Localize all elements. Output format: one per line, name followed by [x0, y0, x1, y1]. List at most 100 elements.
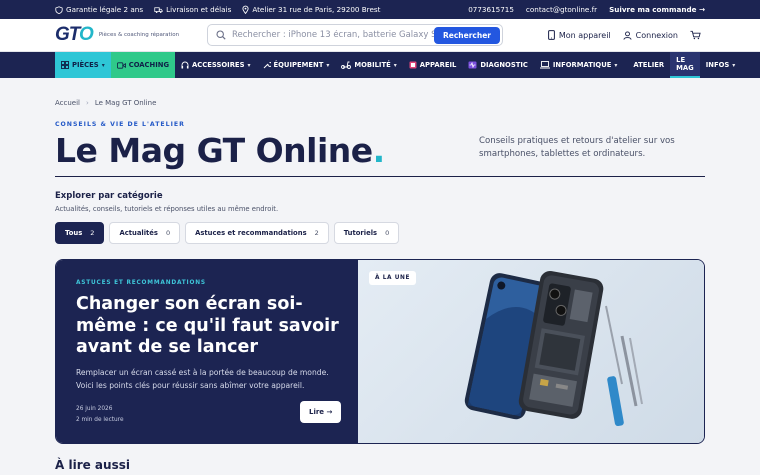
warranty-text: Garantie légale 2 ans: [66, 5, 144, 14]
nav-lemag-label: LE MAG: [676, 56, 694, 72]
grid-icon: [61, 61, 69, 69]
breadcrumb-current: Le Mag GT Online: [94, 99, 157, 107]
my-device-link[interactable]: Mon appareil: [547, 30, 611, 40]
my-device-label: Mon appareil: [558, 30, 611, 40]
nav-diagnostic-label: DIAGNOSTIC: [480, 61, 528, 69]
section-heading-read-more: À lire aussi: [55, 458, 130, 473]
cart-button[interactable]: [690, 30, 705, 40]
nav-appareil[interactable]: APPAREIL: [403, 52, 463, 78]
chip-count: 2: [90, 229, 95, 238]
delivery-text: Livraison et délais: [166, 5, 232, 14]
chip-tous[interactable]: Tous 2: [55, 222, 105, 245]
nav-informatique[interactable]: INFORMATIQUE ▾: [534, 52, 624, 78]
chip-tutoriels[interactable]: Tutoriels 0: [333, 222, 400, 245]
nav-infos-label: INFOS: [705, 61, 730, 69]
article-meta: 26 juin 2026 2 min de lecture: [76, 404, 124, 425]
featured-badge: À LA UNE: [369, 271, 417, 286]
nav-coaching[interactable]: COACHING: [110, 52, 176, 78]
nav-accessoires[interactable]: ACCESSOIRES ▾: [175, 52, 256, 78]
chevron-down-icon: ▾: [247, 61, 251, 69]
truck-icon: [154, 6, 163, 13]
read-article-button[interactable]: Lire →: [300, 401, 342, 424]
main-nav: PIÈCES ▾ COACHING ACCESSOIRES ▾ ÉQUIPEME…: [0, 52, 760, 78]
nav-pieces[interactable]: PIÈCES ▾: [55, 52, 111, 78]
chevron-down-icon: ▾: [732, 61, 736, 69]
page-title-text: Le Mag GT Online: [55, 131, 373, 170]
chip-count: 2: [314, 229, 319, 238]
featured-article-text: ASTUCES ET RECOMMANDATIONS Changer son é…: [56, 260, 358, 444]
chip-label: Tutoriels: [343, 229, 378, 238]
nav-equipement-label: ÉQUIPEMENT: [273, 61, 324, 69]
chip-count: 0: [385, 229, 390, 238]
laptop-icon: [539, 61, 550, 69]
article-title[interactable]: Changer son écran soi-même : ce qu'il fa…: [76, 294, 351, 358]
nav-coaching-label: COACHING: [128, 61, 170, 69]
top-info-bar: Garantie légale 2 ans Livraison et délai…: [0, 0, 760, 19]
nav-infos[interactable]: INFOS ▾: [700, 52, 760, 78]
explore-heading: Explorer par catégorie: [55, 191, 163, 202]
article-read-time: 2 min de lecture: [76, 416, 124, 423]
breadcrumb: Accueil › Le Mag GT Online: [55, 99, 705, 107]
device-icon: [409, 61, 417, 69]
article-date: 26 juin 2026: [76, 406, 113, 413]
warranty-info[interactable]: Garantie légale 2 ans: [55, 5, 143, 14]
disassembled-phone-image: [464, 271, 643, 427]
search-bar[interactable]: Rechercher : iPhone 13 écran, batterie G…: [207, 24, 503, 46]
category-explorer: Explorer par catégorie Actualités, conse…: [55, 191, 705, 245]
chip-actualites[interactable]: Actualités 0: [109, 222, 181, 245]
page-title-dot: .: [372, 131, 386, 170]
nav-atelier-label: ATELIER: [633, 61, 665, 69]
nav-lemag[interactable]: LE MAG: [670, 52, 700, 78]
hero-divider: [55, 175, 705, 178]
article-excerpt: Remplacer un écran cassé est à la portée…: [76, 368, 329, 390]
site-header: GTO Pièces & coaching réparation Recherc…: [0, 19, 760, 52]
site-logo[interactable]: GTO Pièces & coaching réparation: [55, 24, 205, 46]
featured-article-image[interactable]: À LA UNE: [358, 260, 704, 444]
nav-pieces-label: PIÈCES: [72, 61, 99, 69]
featured-article-card[interactable]: ASTUCES ET RECOMMANDATIONS Changer son é…: [55, 259, 705, 445]
nav-equipement[interactable]: ÉQUIPEMENT ▾: [257, 52, 336, 78]
video-icon: [116, 61, 126, 69]
diagnostic-icon: [468, 61, 477, 69]
logo-tagline: Pièces & coaching réparation: [98, 32, 180, 38]
hero-kicker: CONSEILS & VIE DE L'ATELIER: [55, 121, 185, 128]
chip-count: 0: [165, 229, 171, 238]
breadcrumb-home[interactable]: Accueil: [55, 99, 80, 107]
address-text: Atelier 31 rue de Paris, 29200 Brest: [252, 5, 381, 14]
email-link[interactable]: contact@gtonline.fr: [526, 5, 597, 14]
track-order-link[interactable]: Suivre ma commande →: [609, 5, 705, 14]
address-info[interactable]: Atelier 31 rue de Paris, 29200 Brest: [242, 5, 380, 14]
user-icon: [623, 30, 632, 40]
explore-subtitle: Actualités, conseils, tutoriels et répon…: [55, 205, 279, 214]
map-pin-icon: [242, 5, 249, 14]
login-link[interactable]: Connexion: [623, 31, 678, 40]
delivery-info[interactable]: Livraison et délais: [154, 5, 231, 14]
nav-mobilite-label: MOBILITÉ: [354, 61, 391, 69]
category-chips: Tous 2 Actualités 0 Astuces et recommandat…: [55, 222, 705, 245]
search-button[interactable]: Rechercher: [433, 26, 500, 44]
chip-label: Tous: [65, 229, 83, 238]
chevron-down-icon: ▾: [326, 61, 330, 69]
nav-diagnostic[interactable]: DIAGNOSTIC: [462, 52, 534, 78]
chevron-down-icon: ▾: [614, 61, 618, 69]
logo-mark: GTO: [55, 24, 94, 46]
main-content: Accueil › Le Mag GT Online CONSEILS & VI…: [0, 99, 760, 472]
nav-atelier[interactable]: ATELIER: [627, 52, 670, 78]
login-label: Connexion: [635, 30, 678, 40]
chip-label: Actualités: [119, 229, 158, 238]
phone-icon: [547, 30, 555, 40]
nav-appareil-label: APPAREIL: [419, 61, 457, 69]
scooter-icon: [341, 61, 352, 69]
search-input[interactable]: Rechercher : iPhone 13 écran, batterie G…: [232, 30, 434, 40]
shield-icon: [55, 5, 63, 14]
logo-o: O: [79, 24, 94, 45]
wrench-icon: [263, 61, 271, 69]
phone-link[interactable]: 0773615715: [468, 5, 514, 14]
page-title: Le Mag GT Online.: [55, 132, 479, 170]
cart-icon: [690, 30, 701, 40]
nav-mobilite[interactable]: MOBILITÉ ▾: [335, 52, 402, 78]
chevron-down-icon: ▾: [101, 61, 105, 69]
chip-astuces[interactable]: Astuces et recommandations 2: [185, 222, 329, 245]
search-icon: [216, 30, 226, 40]
nav-informatique-label: INFORMATIQUE: [552, 61, 612, 69]
